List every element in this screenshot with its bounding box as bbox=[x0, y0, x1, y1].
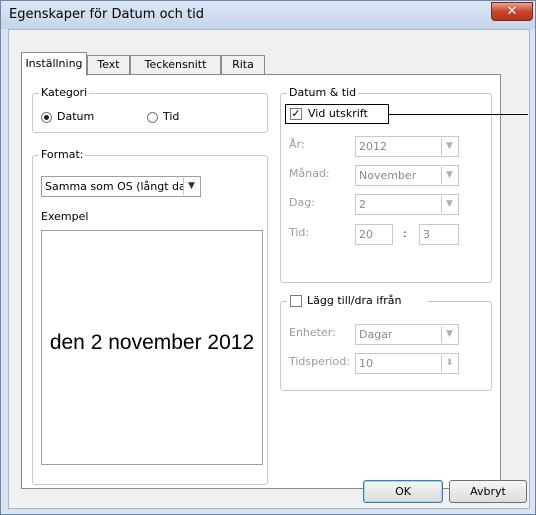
unit-label: Enheter: bbox=[289, 326, 336, 339]
add-subtract-checkbox[interactable] bbox=[290, 295, 302, 307]
add-subtract-group: Lägg till/dra ifrån Enheter: Dagar ▼ Tid… bbox=[280, 294, 492, 391]
close-icon: ✕ bbox=[506, 4, 518, 19]
kategori-group: Kategori Datum Tid bbox=[32, 86, 268, 133]
example-label: Exempel bbox=[41, 210, 89, 223]
example-text: den 2 november 2012 bbox=[49, 331, 255, 354]
hour-input[interactable]: 20 bbox=[355, 224, 393, 245]
tab-label: Teckensnitt bbox=[144, 58, 207, 71]
tab-label: Inställning bbox=[25, 57, 83, 70]
unit-select[interactable]: Dagar ▼ bbox=[355, 324, 459, 345]
month-label: Månad: bbox=[289, 167, 330, 180]
format-select-value: Samma som OS (långt da bbox=[45, 180, 183, 193]
spin-icon: ⬍ bbox=[441, 355, 457, 372]
chevron-down-icon: ▼ bbox=[441, 196, 457, 213]
chevron-down-icon: ▼ bbox=[441, 167, 457, 184]
year-select[interactable]: 2012 ▼ bbox=[355, 136, 459, 157]
radio-datum[interactable] bbox=[41, 112, 52, 123]
year-value: 2012 bbox=[359, 140, 387, 153]
tab-label: Rita bbox=[232, 58, 254, 71]
add-subtract-legend: Lägg till/dra ifrån bbox=[307, 294, 402, 307]
add-subtract-header: Lägg till/dra ifrån bbox=[287, 294, 427, 310]
example-preview: den 2 november 2012 bbox=[41, 230, 263, 465]
month-select[interactable]: November ▼ bbox=[355, 165, 459, 186]
time-separator: : bbox=[403, 227, 407, 240]
month-value: November bbox=[359, 169, 417, 182]
radio-tid-label: Tid bbox=[163, 110, 180, 123]
tab-text[interactable]: Text bbox=[87, 55, 130, 75]
tab-label: Text bbox=[97, 58, 120, 71]
tab-teckensnitt[interactable]: Teckensnitt bbox=[130, 55, 221, 75]
chevron-down-icon: ▼ bbox=[441, 326, 457, 343]
datum-tid-group: Datum & tid ✓ Vid utskrift År: 2012 ▼ Må… bbox=[280, 86, 492, 283]
radio-tid[interactable] bbox=[147, 112, 158, 123]
dialog-window: Egenskaper för Datum och tid ✕ Inställni… bbox=[0, 0, 536, 515]
tab-panel: Kategori Datum Tid Format: Samma som OS … bbox=[21, 74, 501, 489]
period-value: 10 bbox=[359, 357, 373, 370]
minute-value: 3 bbox=[423, 228, 430, 241]
tab-installning[interactable]: Inställning bbox=[21, 52, 87, 76]
period-label: Tidsperiod: bbox=[289, 355, 350, 368]
format-group: Format: Samma som OS (långt da ▼ Exempel… bbox=[32, 148, 268, 485]
day-label: Dag: bbox=[289, 196, 315, 209]
chevron-down-icon: ▼ bbox=[441, 138, 457, 155]
unit-value: Dagar bbox=[359, 328, 393, 341]
day-select[interactable]: 2 ▼ bbox=[355, 194, 459, 215]
time-label: Tid: bbox=[289, 226, 310, 239]
day-value: 2 bbox=[359, 198, 366, 211]
print-checkbox[interactable]: ✓ bbox=[290, 108, 302, 120]
datum-tid-legend: Datum & tid bbox=[287, 86, 359, 100]
kategori-legend: Kategori bbox=[39, 86, 90, 100]
dialog-client: Inställning Text Teckensnitt Rita Katego… bbox=[8, 29, 530, 509]
format-select[interactable]: Samma som OS (långt da ▼ bbox=[41, 176, 201, 197]
window-title: Egenskaper för Datum och tid bbox=[9, 7, 205, 22]
title-bar: Egenskaper för Datum och tid ✕ bbox=[1, 1, 535, 29]
close-button[interactable]: ✕ bbox=[491, 2, 533, 21]
minute-input[interactable]: 3 bbox=[419, 224, 459, 245]
chevron-down-icon: ▼ bbox=[183, 178, 199, 195]
tab-rita[interactable]: Rita bbox=[221, 55, 265, 75]
print-checkbox-label: Vid utskrift bbox=[308, 107, 368, 120]
hour-value: 20 bbox=[359, 228, 373, 241]
callout-line bbox=[388, 114, 528, 115]
print-checkbox-frame[interactable]: ✓ Vid utskrift bbox=[285, 104, 389, 124]
radio-datum-label: Datum bbox=[57, 110, 95, 123]
period-stepper[interactable]: 10 ⬍ bbox=[355, 353, 459, 374]
cancel-button[interactable]: Avbryt bbox=[449, 480, 527, 503]
format-legend: Format: bbox=[39, 148, 86, 162]
year-label: År: bbox=[289, 138, 305, 151]
ok-button[interactable]: OK bbox=[363, 480, 443, 503]
